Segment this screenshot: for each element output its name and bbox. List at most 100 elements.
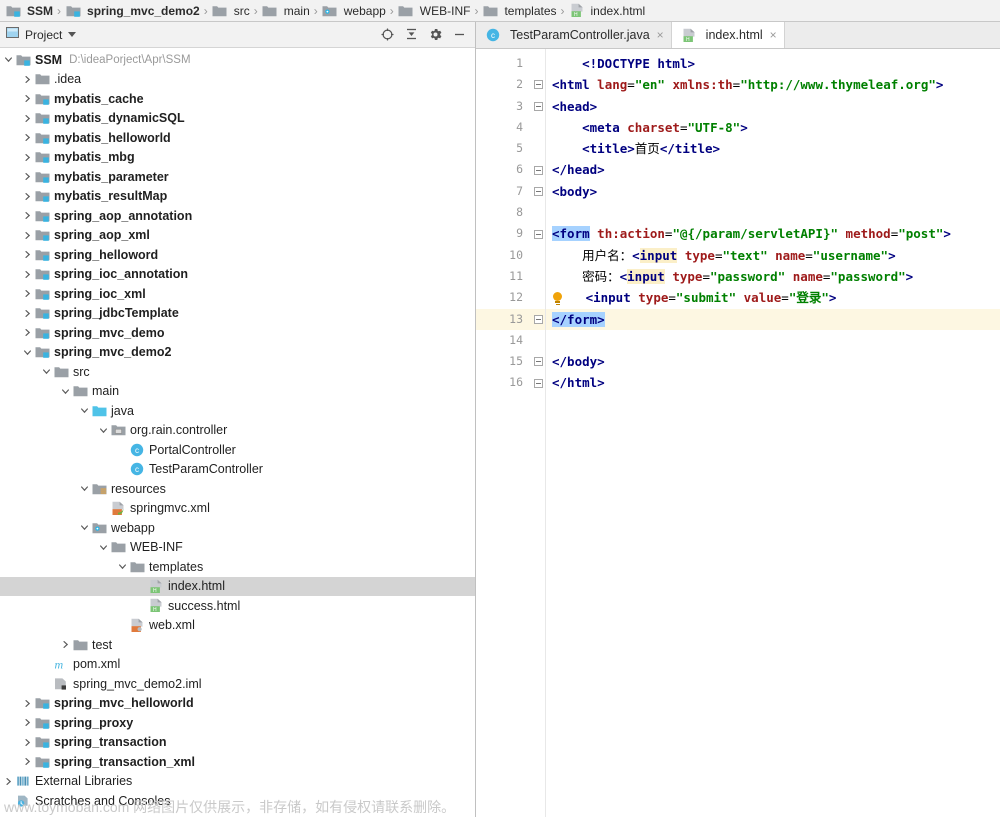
fold-toggle-icon[interactable] [532,223,545,244]
code-text[interactable]: <!DOCTYPE html> <html lang="en" xmlns:th=… [546,49,1000,817]
tree-item-mybatis-dynamicsql[interactable]: mybatis_dynamicSQL [0,109,475,129]
tree-item-ssm[interactable]: SSM D:\ideaPorject\Apr\SSM [0,50,475,70]
fold-toggle-icon[interactable] [532,159,545,180]
chevron-down-icon[interactable] [116,560,129,573]
minimize-icon[interactable] [452,27,467,42]
tree-item-spring-proxy[interactable]: spring_proxy [0,713,475,733]
chevron-right-icon[interactable] [21,716,34,729]
breadcrumb-item-templates[interactable]: templates [479,3,559,19]
chevron-down-icon[interactable] [78,482,91,495]
breadcrumb-item-web-inf[interactable]: WEB-INF [395,3,474,19]
fold-toggle-icon[interactable] [532,74,545,95]
tree-item-main[interactable]: main [0,382,475,402]
code-line[interactable]: <!DOCTYPE html> [546,53,1000,74]
chevron-right-icon[interactable] [21,170,34,183]
fold-toggle-icon[interactable] [532,181,545,202]
chevron-right-icon[interactable] [21,73,34,86]
breadcrumb-item-spring-mvc-demo2[interactable]: spring_mvc_demo2 [62,3,203,19]
intention-bulb-icon[interactable] [552,292,563,306]
code-line[interactable]: <body> [546,181,1000,202]
code-line[interactable]: <form th:action="@{/param/servletAPI}" m… [546,223,1000,244]
fold-minus-icon[interactable] [534,186,543,196]
breadcrumb-item-webapp[interactable]: webapp [319,3,389,19]
tree-item-mybatis-helloworld[interactable]: mybatis_helloworld [0,128,475,148]
locate-file-icon[interactable] [380,27,395,42]
chevron-down-icon[interactable] [59,385,72,398]
code-line[interactable]: <input type="submit" value="登录"> [546,287,1000,308]
chevron-right-icon[interactable] [21,697,34,710]
chevron-right-icon[interactable] [21,92,34,105]
tree-item-resources[interactable]: resources [0,479,475,499]
fold-minus-icon[interactable] [534,378,543,388]
chevron-right-icon[interactable] [21,326,34,339]
fold-toggle-icon[interactable] [532,96,545,117]
chevron-right-icon[interactable] [2,775,15,788]
fold-minus-icon[interactable] [534,229,543,239]
chevron-down-icon[interactable] [78,521,91,534]
fold-toggle-icon[interactable] [532,351,545,372]
fold-minus-icon[interactable] [534,165,543,175]
chevron-right-icon[interactable] [21,755,34,768]
tree-item-spring-mvc-helloworld[interactable]: spring_mvc_helloworld [0,694,475,714]
tree-item-spring-ioc-annotation[interactable]: spring_ioc_annotation [0,265,475,285]
tree-item-test[interactable]: test [0,635,475,655]
chevron-right-icon[interactable] [21,209,34,222]
tree-item-springmvc-xml[interactable]: springmvc.xml [0,499,475,519]
code-line[interactable]: <title>首页</title> [546,138,1000,159]
chevron-right-icon[interactable] [21,151,34,164]
chevron-right-icon[interactable] [21,248,34,261]
code-editor[interactable]: 1 2 3 4 5 6 7 8 9 10 11 12 13 14 15 16 <!DOCTYPE html> <… [476,49,1000,817]
tree-item-spring-transaction[interactable]: spring_transaction [0,733,475,753]
collapse-all-icon[interactable] [404,27,419,42]
fold-toggle-icon[interactable] [532,308,545,330]
fold-toggle-icon[interactable] [532,372,545,393]
fold-minus-icon[interactable] [534,80,543,90]
tree-item-web-inf[interactable]: WEB-INF [0,538,475,558]
tree-item-spring-ioc-xml[interactable]: spring_ioc_xml [0,284,475,304]
fold-minus-icon[interactable] [534,357,543,367]
tree-item-mybatis-mbg[interactable]: mybatis_mbg [0,148,475,168]
code-line[interactable]: </html> [546,372,1000,393]
tree-item-testparamcontroller[interactable]: c TestParamController [0,460,475,480]
tree-item-portalcontroller[interactable]: c PortalController [0,440,475,460]
tree-item-mybatis-cache[interactable]: mybatis_cache [0,89,475,109]
close-icon[interactable]: × [657,28,664,42]
chevron-right-icon[interactable] [21,229,34,242]
tree-item-spring-helloword[interactable]: spring_helloword [0,245,475,265]
chevron-down-icon[interactable] [97,541,110,554]
tree-item--idea[interactable]: .idea [0,70,475,90]
tree-item-org-rain-controller[interactable]: org.rain.controller [0,421,475,441]
close-icon[interactable]: × [770,28,777,42]
chevron-down-icon[interactable] [2,53,15,66]
tree-item-spring-transaction-xml[interactable]: spring_transaction_xml [0,752,475,772]
chevron-right-icon[interactable] [21,131,34,144]
code-folding-gutter[interactable] [532,49,546,817]
code-line[interactable]: <meta charset="UTF-8"> [546,117,1000,138]
breadcrumb-item-src[interactable]: src [209,3,253,19]
tree-item-src[interactable]: src [0,362,475,382]
chevron-right-icon[interactable] [21,190,34,203]
gear-icon[interactable] [428,27,443,42]
editor-tab-index-html[interactable]: Hindex.html × [671,22,785,48]
code-line[interactable]: </head> [546,159,1000,180]
tree-item-spring-aop-xml[interactable]: spring_aop_xml [0,226,475,246]
tree-item-web-xml[interactable]: web.xml [0,616,475,636]
chevron-right-icon[interactable] [59,638,72,651]
chevron-down-icon[interactable] [78,404,91,417]
tree-item-mybatis-parameter[interactable]: mybatis_parameter [0,167,475,187]
chevron-right-icon[interactable] [21,112,34,125]
breadcrumb-item-index-html[interactable]: Hindex.html [566,3,649,19]
chevron-right-icon[interactable] [21,307,34,320]
fold-minus-icon[interactable] [534,101,543,111]
tree-item-pom-xml[interactable]: m pom.xml [0,655,475,675]
tree-item-templates[interactable]: templates [0,557,475,577]
chevron-down-icon[interactable] [68,32,77,37]
chevron-down-icon[interactable] [40,365,53,378]
code-line[interactable] [546,202,1000,223]
tree-item-spring-mvc-demo[interactable]: spring_mvc_demo [0,323,475,343]
tree-item-scratches-and-consoles[interactable]: Scratches and Consoles [0,791,475,811]
chevron-down-icon[interactable] [21,346,34,359]
fold-minus-icon[interactable] [534,314,543,324]
code-line[interactable]: 用户名：<input type="text" name="username"> [546,245,1000,266]
tree-item-mybatis-resultmap[interactable]: mybatis_resultMap [0,187,475,207]
